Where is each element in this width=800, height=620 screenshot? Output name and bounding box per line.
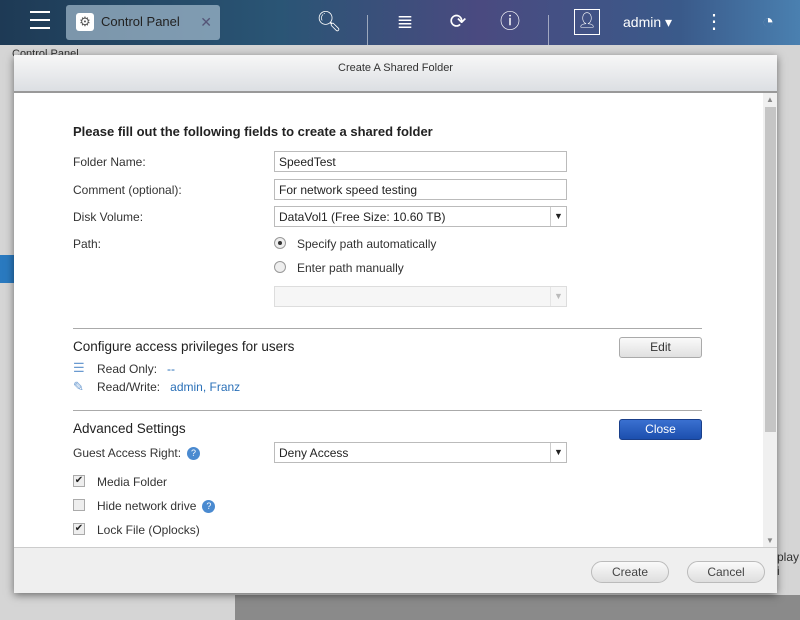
- more-icon[interactable]: ⋮: [701, 9, 727, 35]
- hide-network-drive-row: Hide network drive?: [97, 499, 216, 514]
- path-label: Path:: [73, 237, 102, 251]
- read-write-label: Read/Write:: [97, 380, 161, 394]
- media-folder-label: Media Folder: [97, 475, 168, 489]
- hide-network-drive-label: Hide network drive: [97, 499, 197, 513]
- section-title: Please fill out the following fields to …: [73, 124, 433, 139]
- dialog-footer: Create Cancel: [14, 547, 777, 593]
- help-icon[interactable]: ?: [202, 500, 216, 514]
- divider: [367, 15, 368, 45]
- media-folder-checkbox[interactable]: ✔: [73, 475, 85, 487]
- path-manual-label: Enter path manually: [297, 261, 404, 275]
- guest-access-select[interactable]: Deny Access ▼: [274, 442, 567, 463]
- search-icon[interactable]: 🔍︎: [316, 9, 342, 35]
- divider: [73, 410, 702, 411]
- folder-name-label: Folder Name:: [73, 155, 146, 169]
- top-bar: ⚙ Control Panel ✕ 🔍︎ ≣ ⟳ ⓘ 👤︎ admin ▾ ⋮ …: [0, 0, 800, 45]
- disk-volume-label: Disk Volume:: [73, 210, 144, 224]
- create-shared-folder-dialog: Create A Shared Folder Please fill out t…: [14, 55, 777, 593]
- path-manual-radio[interactable]: [274, 261, 286, 273]
- chevron-down-icon: ▼: [550, 443, 566, 462]
- comment-label: Comment (optional):: [73, 183, 182, 197]
- info-icon[interactable]: ⓘ: [497, 9, 523, 35]
- scrollbar[interactable]: ▲ ▼: [763, 93, 777, 547]
- chevron-down-icon: ▼: [550, 207, 566, 226]
- read-only-label: Read Only:: [97, 362, 158, 376]
- path-auto-label: Specify path automatically: [297, 237, 437, 251]
- tab-control-panel[interactable]: ⚙ Control Panel ✕: [66, 5, 220, 40]
- close-icon[interactable]: ✕: [200, 14, 212, 31]
- disk-volume-select[interactable]: DataVol1 (Free Size: 10.60 TB) ▼: [274, 206, 567, 227]
- create-button[interactable]: Create: [591, 561, 669, 583]
- user-menu[interactable]: admin ▾: [623, 14, 672, 31]
- dialog-title: Create A Shared Folder: [14, 55, 777, 93]
- tab-label: Control Panel: [101, 14, 180, 29]
- username: admin: [623, 14, 662, 30]
- disk-volume-value: DataVol1 (Free Size: 10.60 TB): [279, 210, 446, 224]
- background-text: play i: [777, 550, 800, 578]
- scrollbar-thumb[interactable]: [765, 107, 776, 432]
- folder-name-input[interactable]: SpeedTest: [274, 151, 567, 172]
- gear-icon: ⚙: [76, 13, 94, 31]
- read-write-value[interactable]: admin, Franz: [170, 380, 240, 394]
- comment-input[interactable]: For network speed testing: [274, 179, 567, 200]
- lock-file-checkbox[interactable]: ✔: [73, 523, 85, 535]
- read-only-row: Read Only: --: [97, 362, 175, 376]
- stack-icon[interactable]: ≣: [392, 9, 418, 35]
- path-auto-radio[interactable]: [274, 237, 286, 249]
- lock-file-label: Lock File (Oplocks): [97, 523, 200, 537]
- read-only-value: --: [167, 362, 176, 376]
- divider: [73, 328, 702, 329]
- cancel-button[interactable]: Cancel: [687, 561, 765, 583]
- close-button[interactable]: Close: [619, 419, 702, 440]
- scroll-up-icon[interactable]: ▲: [766, 95, 774, 104]
- help-icon[interactable]: ?: [187, 447, 201, 461]
- guest-access-value: Deny Access: [279, 446, 349, 460]
- section-title: Configure access privileges for users: [73, 339, 295, 354]
- menu-icon[interactable]: [30, 11, 50, 29]
- scroll-down-icon[interactable]: ▼: [766, 536, 774, 545]
- guest-access-label: Guest Access Right:?: [73, 446, 201, 461]
- user-icon[interactable]: 👤︎: [574, 9, 600, 35]
- chevron-down-icon: ▼: [550, 287, 566, 306]
- section-title: Advanced Settings: [73, 421, 186, 436]
- path-select[interactable]: ▼: [274, 286, 567, 307]
- read-only-icon: ☰: [73, 360, 85, 375]
- guest-access-text: Guest Access Right:: [73, 446, 182, 460]
- read-write-icon: ✎: [73, 379, 84, 394]
- hide-network-drive-checkbox[interactable]: [73, 499, 85, 511]
- dialog-body: Please fill out the following fields to …: [14, 93, 777, 547]
- sync-icon[interactable]: ⟳: [445, 9, 471, 35]
- background-footer: [235, 595, 800, 620]
- dashboard-icon[interactable]: ◔: [755, 9, 781, 35]
- read-write-row: Read/Write: admin, Franz: [97, 380, 240, 394]
- divider: [548, 15, 549, 45]
- background-sidebar-selected: [0, 255, 14, 283]
- edit-button[interactable]: Edit: [619, 337, 702, 358]
